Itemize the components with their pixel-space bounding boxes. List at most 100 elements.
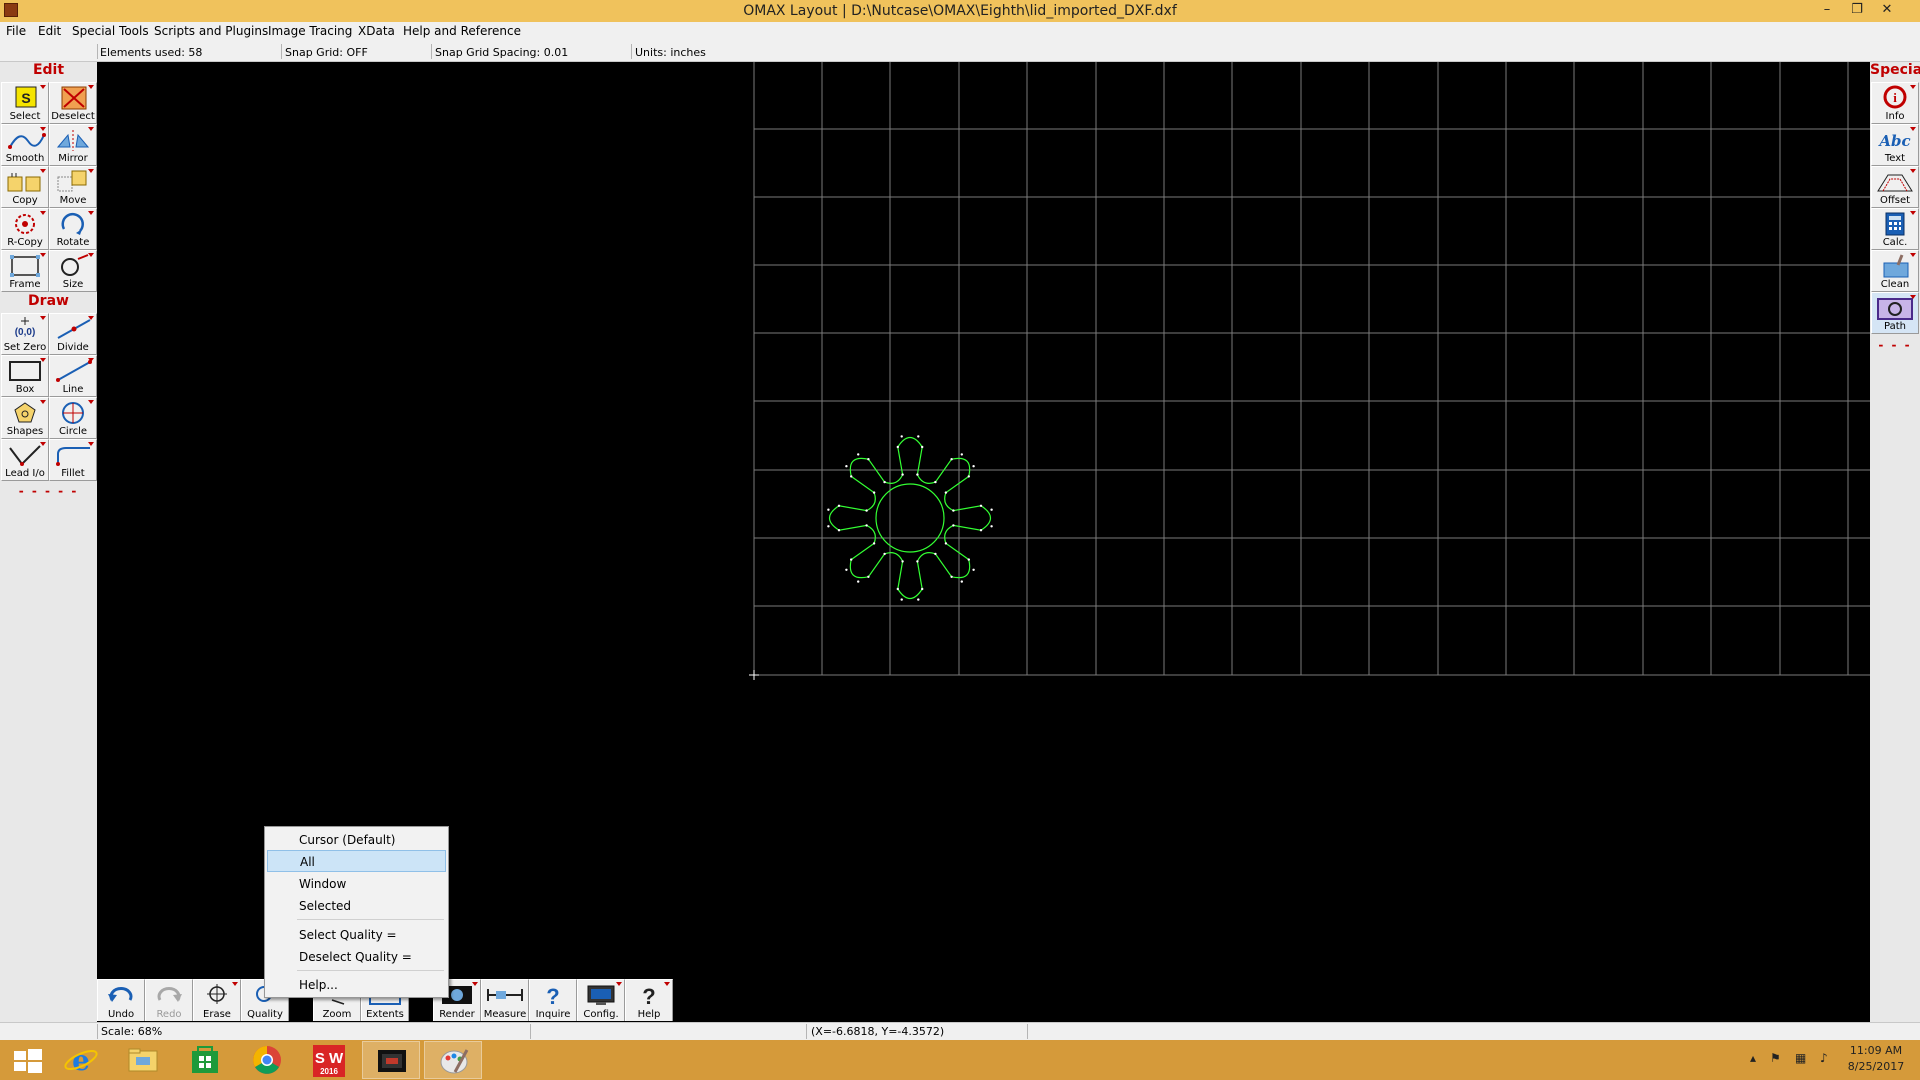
tool-redo-button[interactable]: Redo (145, 979, 193, 1021)
dropdown-arrow-icon[interactable] (88, 85, 94, 89)
tool-box-button[interactable]: Box (1, 355, 49, 397)
tool-size-button[interactable]: Size (49, 250, 97, 292)
tool-deselect-button[interactable]: Deselect (49, 82, 97, 124)
units-readout: Units: inches (635, 46, 706, 59)
menu-item-select-quality[interactable]: Select Quality = (267, 924, 446, 946)
show-hidden-icons-icon[interactable]: ▴ (1750, 1051, 1756, 1065)
tool-set-zero-button[interactable]: (0,0) Set Zero (1, 313, 49, 355)
geometry-node (857, 453, 860, 456)
dropdown-arrow-icon[interactable] (232, 982, 238, 986)
dropdown-arrow-icon[interactable] (1910, 253, 1916, 257)
menu-file[interactable]: File (6, 24, 26, 38)
dropdown-arrow-icon[interactable] (88, 358, 94, 362)
tool-move-button[interactable]: Move (49, 166, 97, 208)
gear-part-geometry[interactable] (828, 436, 992, 600)
menu-item-window[interactable]: Window (267, 873, 446, 895)
windows-start-icon[interactable] (0, 1041, 58, 1079)
dropdown-arrow-icon[interactable] (88, 169, 94, 173)
tool-inquire-button[interactable]: ? Inquire (529, 979, 577, 1021)
menu-item-all[interactable]: All (267, 850, 446, 872)
tool-label: Undo (107, 1009, 135, 1020)
dropdown-arrow-icon[interactable] (616, 982, 622, 986)
menu-item-label: Window (299, 877, 347, 891)
tool-text-button[interactable]: Abc Text (1871, 124, 1919, 166)
dropdown-arrow-icon[interactable] (1910, 127, 1916, 131)
tool-circle-button[interactable]: Circle (49, 397, 97, 439)
dropdown-arrow-icon[interactable] (40, 169, 46, 173)
menu-item-selected[interactable]: Selected (267, 895, 446, 917)
more-tools-toggle[interactable]: - - - - - (0, 484, 97, 498)
tool-offset-button[interactable]: Offset (1871, 166, 1919, 208)
dropdown-arrow-icon[interactable] (1910, 85, 1916, 89)
menu-help-and-reference[interactable]: Help and Reference (403, 24, 521, 38)
quality-context-menu: Cursor (Default) All Window Selected Sel… (264, 826, 449, 998)
tool-line-button[interactable]: Line (49, 355, 97, 397)
dropdown-arrow-icon[interactable] (88, 127, 94, 131)
omax-layout-icon[interactable] (362, 1041, 420, 1079)
tool-mirror-button[interactable]: Mirror (49, 124, 97, 166)
tool-info-button[interactable]: i Info (1871, 82, 1919, 124)
dropdown-arrow-icon[interactable] (1910, 169, 1916, 173)
dropdown-arrow-icon[interactable] (1910, 295, 1916, 299)
system-clock[interactable]: 11:09 AM 8/25/2017 (1846, 1043, 1906, 1075)
dropdown-arrow-icon[interactable] (88, 253, 94, 257)
chrome-icon[interactable] (238, 1041, 296, 1079)
tool-frame-button[interactable]: Frame (1, 250, 49, 292)
dropdown-arrow-icon[interactable] (1910, 211, 1916, 215)
tool-divide-button[interactable]: Divide (49, 313, 97, 355)
menu-item-deselect-quality[interactable]: Deselect Quality = (267, 946, 446, 968)
tool-calc-button[interactable]: Calc. (1871, 208, 1919, 250)
geometry-node (872, 491, 876, 494)
menu-special-tools[interactable]: Special Tools (72, 24, 149, 38)
internet-explorer-icon[interactable]: e (52, 1041, 110, 1079)
tool-r-copy-button[interactable]: R-Copy (1, 208, 49, 250)
menu-item-cursor-default[interactable]: Cursor (Default) (267, 829, 446, 851)
tool-path-button[interactable]: Path (1871, 292, 1919, 334)
dropdown-arrow-icon[interactable] (88, 211, 94, 215)
menu-edit[interactable]: Edit (38, 24, 61, 38)
dropdown-arrow-icon[interactable] (40, 400, 46, 404)
geometry-node (827, 525, 830, 528)
menu-image-tracing[interactable]: Image Tracing (268, 24, 352, 38)
dropdown-arrow-icon[interactable] (40, 358, 46, 362)
file-explorer-icon[interactable] (114, 1041, 172, 1079)
dropdown-arrow-icon[interactable] (88, 442, 94, 446)
tool-undo-button[interactable]: Undo (97, 979, 145, 1021)
restore-button[interactable]: ❐ (1842, 0, 1872, 22)
menu-scripts-and-plugins[interactable]: Scripts and Plugins (154, 24, 268, 38)
tool-copy-button[interactable]: Copy (1, 166, 49, 208)
dropdown-arrow-icon[interactable] (88, 400, 94, 404)
dropdown-arrow-icon[interactable] (40, 253, 46, 257)
tool-config-button[interactable]: Config. (577, 979, 625, 1021)
menu-item-help[interactable]: Help... (267, 974, 446, 996)
dropdown-arrow-icon[interactable] (40, 316, 46, 320)
dropdown-arrow-icon[interactable] (472, 982, 478, 986)
solidworks-icon[interactable]: S W 2016 (300, 1041, 358, 1079)
tool-shapes-button[interactable]: Shapes (1, 397, 49, 439)
store-icon[interactable] (176, 1041, 234, 1079)
tool-select-button[interactable]: S Select (1, 82, 49, 124)
menu-xdata[interactable]: XData (358, 24, 395, 38)
tool-smooth-button[interactable]: Smooth (1, 124, 49, 166)
tool-fillet-button[interactable]: Fillet (49, 439, 97, 481)
tool-clean-button[interactable]: Clean (1871, 250, 1919, 292)
dropdown-arrow-icon[interactable] (88, 316, 94, 320)
network-icon[interactable]: ▦ (1795, 1051, 1806, 1065)
dropdown-arrow-icon[interactable] (40, 211, 46, 215)
paint-icon[interactable] (424, 1041, 482, 1079)
dropdown-arrow-icon[interactable] (40, 442, 46, 446)
volume-muted-icon[interactable]: ♪ (1820, 1051, 1828, 1065)
geometry-node (934, 480, 937, 484)
tool-measure-button[interactable]: Measure (481, 979, 529, 1021)
dropdown-arrow-icon[interactable] (40, 85, 46, 89)
close-button[interactable]: ✕ (1872, 0, 1902, 22)
tool-rotate-button[interactable]: Rotate (49, 208, 97, 250)
tool-lead-i-o-button[interactable]: Lead I/o (1, 439, 49, 481)
more-special-toggle[interactable]: - - - (1870, 338, 1920, 352)
dropdown-arrow-icon[interactable] (664, 982, 670, 986)
tool-erase-button[interactable]: Erase (193, 979, 241, 1021)
tool-help-button[interactable]: ? Help (625, 979, 673, 1021)
action-center-flag-icon[interactable]: ⚑ (1770, 1051, 1781, 1065)
minimize-button[interactable]: – (1812, 0, 1842, 22)
dropdown-arrow-icon[interactable] (40, 127, 46, 131)
